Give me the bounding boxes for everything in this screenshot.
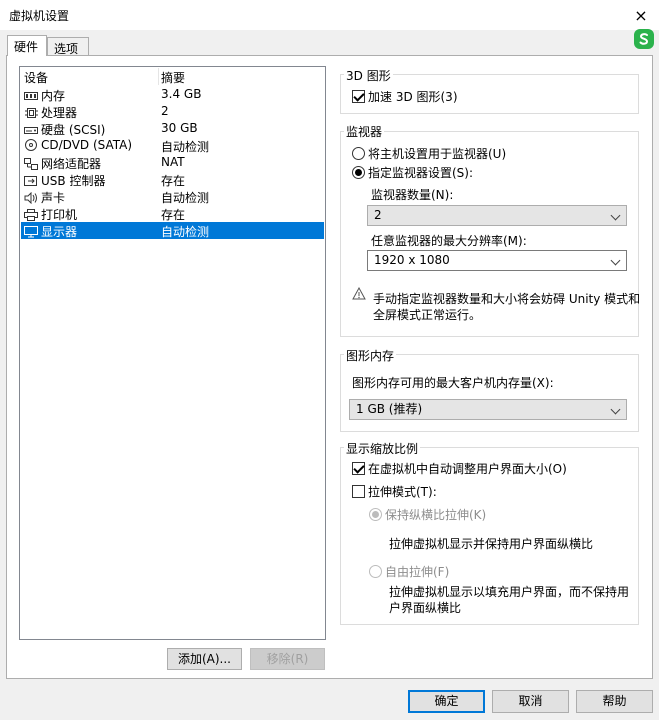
warning-line-1: 手动指定监视器数量和大小将会妨碍 Unity 模式和 bbox=[373, 292, 641, 306]
usb-icon bbox=[24, 175, 38, 187]
keep-aspect-label: 保持纵横比拉伸(K) bbox=[385, 508, 487, 522]
cancel-button[interactable]: 取消 bbox=[492, 690, 569, 713]
monitor-icon bbox=[24, 225, 38, 238]
title-bar bbox=[0, 0, 659, 30]
warning-line-2: 全屏模式正常运行。 bbox=[373, 308, 482, 322]
graphics-memory-label: 图形内存可用的最大客户机内存量(X): bbox=[352, 376, 554, 390]
radio-button[interactable] bbox=[352, 147, 365, 160]
autofit-ui-label: 在虚拟机中自动调整用户界面大小(O) bbox=[368, 462, 567, 476]
monitor-count-select[interactable]: 2 bbox=[367, 205, 627, 226]
remove-button[interactable]: 移除(R) bbox=[250, 648, 325, 670]
close-icon: × bbox=[634, 5, 648, 25]
column-header-device[interactable]: 设备 bbox=[24, 69, 48, 86]
tab-options[interactable]: 选项 bbox=[47, 37, 89, 56]
monitor-count-label: 监视器数量(N): bbox=[371, 188, 454, 202]
free-stretch-description: 拉伸虚拟机显示以填充用户界面，而不保持用 户界面纵横比 bbox=[389, 585, 630, 615]
monitor-warning-text: 手动指定监视器数量和大小将会妨碍 Unity 模式和 全屏模式正常运行。 bbox=[373, 291, 640, 323]
graphics-memory-value: 1 GB (推荐) bbox=[356, 402, 423, 416]
column-divider[interactable] bbox=[158, 68, 159, 85]
specify-monitor-settings-label: 指定监视器设置(S): bbox=[368, 166, 474, 180]
stretch-mode-checkbox[interactable]: 拉伸模式(T): bbox=[352, 483, 437, 500]
device-row-cd-dvd[interactable]: CD/DVD (SATA) 自动检测 bbox=[21, 137, 324, 154]
tab-hardware[interactable]: 硬件 bbox=[7, 35, 47, 56]
stretch-mode-label: 拉伸模式(T): bbox=[368, 485, 437, 499]
device-row-usb-controller[interactable]: USB 控制器 存在 bbox=[21, 171, 324, 188]
max-resolution-label: 任意监视器的最大分辨率(M): bbox=[371, 234, 527, 248]
help-button[interactable]: 帮助 bbox=[576, 690, 653, 713]
group-label-3d-graphics: 3D 图形 bbox=[344, 67, 393, 84]
chevron-down-icon bbox=[610, 255, 621, 266]
list-header: 设备 摘要 bbox=[21, 68, 324, 85]
device-row-memory[interactable]: 内存 3.4 GB bbox=[21, 86, 324, 103]
device-row-display[interactable]: 显示器 自动检测 bbox=[21, 222, 324, 239]
accelerate-3d-checkbox[interactable]: 加速 3D 图形(3) bbox=[352, 88, 458, 105]
printer-icon bbox=[24, 208, 38, 221]
device-row-network-adapter[interactable]: 网络适配器 NAT bbox=[21, 154, 324, 171]
group-label-monitors: 监视器 bbox=[344, 123, 385, 140]
speaker-icon bbox=[24, 191, 38, 204]
max-resolution-select[interactable]: 1920 x 1080 bbox=[367, 250, 627, 271]
device-row-hard-disk[interactable]: 硬盘 (SCSI) 30 GB bbox=[21, 120, 324, 137]
max-resolution-value: 1920 x 1080 bbox=[374, 253, 450, 267]
accelerate-3d-label: 加速 3D 图形(3) bbox=[368, 90, 458, 104]
group-label-graphics-memory: 图形内存 bbox=[344, 347, 397, 364]
add-button[interactable]: 添加(A)... bbox=[167, 648, 242, 670]
free-stretch-label: 自由拉伸(F) bbox=[385, 565, 450, 579]
group-label-display-scaling: 显示缩放比例 bbox=[344, 440, 421, 457]
radio-button[interactable] bbox=[369, 565, 382, 578]
cpu-icon bbox=[24, 107, 38, 119]
keep-aspect-radio[interactable]: 保持纵横比拉伸(K) bbox=[369, 506, 486, 523]
graphics-memory-select[interactable]: 1 GB (推荐) bbox=[349, 399, 627, 420]
warning-icon bbox=[352, 286, 366, 300]
device-list[interactable]: 设备 摘要 内存 3.4 GB 处理器 2 硬盘 (SCSI) 30 GB CD… bbox=[19, 66, 326, 640]
chevron-down-icon bbox=[610, 210, 621, 221]
group-graphics-memory bbox=[340, 354, 639, 432]
checkbox-box[interactable] bbox=[352, 485, 365, 498]
cd-icon bbox=[24, 139, 38, 151]
autofit-ui-checkbox[interactable]: 在虚拟机中自动调整用户界面大小(O) bbox=[352, 460, 567, 477]
checkbox-box[interactable] bbox=[352, 90, 365, 103]
input-method-icon[interactable] bbox=[633, 28, 655, 50]
keep-aspect-description: 拉伸虚拟机显示并保持用户界面纵横比 bbox=[389, 537, 594, 551]
close-button[interactable]: × bbox=[626, 2, 656, 28]
ok-button[interactable]: 确定 bbox=[408, 690, 485, 713]
device-row-sound-card[interactable]: 声卡 自动检测 bbox=[21, 188, 324, 205]
use-host-settings-label: 将主机设置用于监视器(U) bbox=[368, 147, 507, 161]
network-icon bbox=[24, 157, 38, 170]
hard-disk-icon bbox=[24, 124, 38, 136]
checkbox-box[interactable] bbox=[352, 462, 365, 475]
radio-button[interactable] bbox=[369, 508, 382, 521]
use-host-settings-radio[interactable]: 将主机设置用于监视器(U) bbox=[352, 145, 506, 162]
free-stretch-radio[interactable]: 自由拉伸(F) bbox=[369, 563, 449, 580]
column-header-summary[interactable]: 摘要 bbox=[161, 69, 185, 86]
chevron-down-icon bbox=[610, 404, 621, 415]
memory-icon bbox=[24, 90, 38, 102]
radio-button[interactable] bbox=[352, 166, 365, 179]
monitor-count-value: 2 bbox=[374, 208, 382, 222]
device-row-printer[interactable]: 打印机 存在 bbox=[21, 205, 324, 222]
specify-monitor-settings-radio[interactable]: 指定监视器设置(S): bbox=[352, 164, 473, 181]
device-row-processor[interactable]: 处理器 2 bbox=[21, 103, 324, 120]
window-title: 虚拟机设置 bbox=[9, 9, 70, 23]
